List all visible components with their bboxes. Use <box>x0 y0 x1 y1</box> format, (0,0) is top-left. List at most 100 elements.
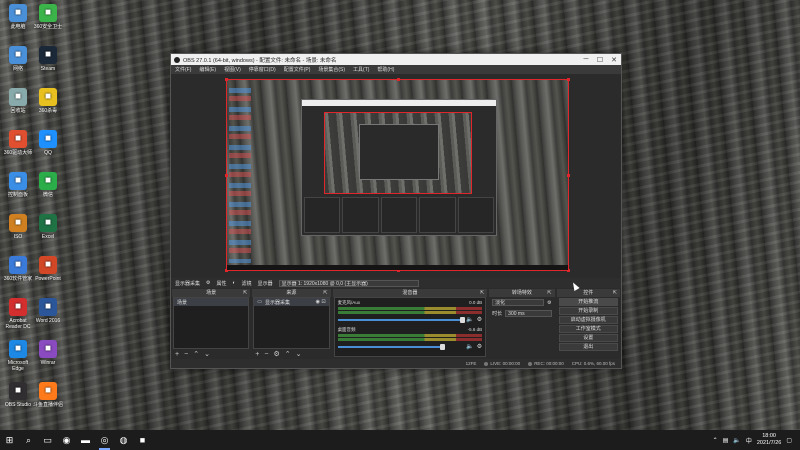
desktop-icon[interactable]: ■ 360杀毒 <box>32 88 64 128</box>
desktop-icon[interactable]: ■ Winrar <box>32 340 64 380</box>
menu-view[interactable]: 视图(V) <box>224 66 241 73</box>
volume-slider[interactable] <box>337 316 466 323</box>
move-up-icon[interactable]: ⌃ <box>193 350 199 358</box>
add-icon[interactable]: + <box>175 351 179 358</box>
scene-item[interactable]: 场景 <box>174 298 249 306</box>
desktop-icon-label: 360软件管家 <box>3 276 33 282</box>
iso-icon: ■ <box>9 214 27 232</box>
settings-button[interactable]: 设置 <box>558 334 618 342</box>
desktop-icon[interactable]: ■ OBS Studio <box>2 382 34 422</box>
resize-handle[interactable] <box>225 78 228 81</box>
volume-slider[interactable] <box>337 343 446 350</box>
transition-select[interactable]: 淡化 <box>492 299 545 306</box>
gear-icon[interactable]: ⚙ <box>273 350 279 358</box>
edge-icon[interactable]: ◉ <box>57 430 76 450</box>
maximize-icon[interactable]: ☐ <box>593 54 607 65</box>
desktop-icon[interactable]: ■ 此电脑 <box>2 4 34 44</box>
desktop-icon[interactable]: ■ PowerPoint <box>32 256 64 296</box>
desktop-icon[interactable]: ■ 斗鱼直播伴侣 <box>32 382 64 422</box>
desktop-icon[interactable]: ■ Acrobat Reader DC <box>2 298 34 338</box>
steam-icon[interactable]: ◍ <box>114 430 133 450</box>
remove-icon[interactable]: − <box>264 351 268 358</box>
obs-window[interactable]: OBS 27.0.1 (64-bit, windows) - 配置文件: 未命名… <box>170 53 622 369</box>
desktop-icon[interactable]: ■ Microsoft Edge <box>2 340 34 380</box>
float-icon[interactable]: ⇱ <box>480 289 484 297</box>
scenes-list[interactable]: 场景 <box>173 297 250 349</box>
filters-button[interactable]: 滤镜 <box>242 280 252 287</box>
captured-desktop-icons <box>229 82 251 263</box>
source-item[interactable]: ▭ 显示器采集 ◉ ⊡ <box>254 298 329 306</box>
folder-icon[interactable]: ▬ <box>76 430 95 450</box>
gear-icon[interactable]: ⚙ <box>477 343 482 350</box>
float-icon[interactable]: ⇱ <box>243 289 247 297</box>
desktop-icon[interactable]: ■ Word 2016 <box>32 298 64 338</box>
search-icon[interactable]: ⌕ <box>19 430 38 450</box>
properties-button[interactable]: 属性 <box>217 280 227 287</box>
menu-tools[interactable]: 工具(T) <box>353 66 369 73</box>
desktop-icon[interactable]: ■ 360安全卫士 <box>32 4 64 44</box>
desktop-icon[interactable]: ■ 回收站 <box>2 88 34 128</box>
desktop-icon[interactable]: ■ 控制面板 <box>2 172 34 212</box>
menu-scene-collection[interactable]: 场景集合(S) <box>318 66 345 73</box>
desktop-icon-label: Winrar <box>40 360 56 366</box>
float-icon[interactable]: ⇱ <box>547 289 551 297</box>
preview-area[interactable] <box>171 74 621 279</box>
gear-icon[interactable]: ⚙ <box>477 316 482 323</box>
windows-icon[interactable]: ⊞ <box>0 430 19 450</box>
duration-input[interactable]: 300 ms <box>505 310 552 317</box>
resize-handle[interactable] <box>397 78 400 81</box>
menu-edit[interactable]: 编辑(E) <box>199 66 216 73</box>
obs-titlebar[interactable]: OBS 27.0.1 (64-bit, windows) - 配置文件: 未命名… <box>171 54 621 65</box>
speaker-icon[interactable]: 🔈 <box>466 343 473 350</box>
sources-list[interactable]: ▭ 显示器采集 ◉ ⊡ <box>253 297 330 349</box>
studio-mode-button[interactable]: 工作室模式 <box>558 325 618 333</box>
remove-icon[interactable]: − <box>184 351 188 358</box>
desktop-icon-label: Word 2016 <box>35 318 61 324</box>
network-icon[interactable]: ▤ <box>723 437 729 444</box>
desktop-icon[interactable]: ■ 360驱动大师 <box>2 130 34 170</box>
desktop-icon[interactable]: ■ ISO <box>2 214 34 254</box>
obs-icon[interactable]: ◎ <box>95 430 114 450</box>
chevron-up-icon[interactable]: ⌃ <box>713 437 718 444</box>
menu-docks[interactable]: 停靠窗口(D) <box>249 66 276 73</box>
start-virtual-camera-button[interactable]: 启动虚拟摄像机 <box>558 316 618 324</box>
desktop-icon[interactable]: ■ 360软件管家 <box>2 256 34 296</box>
notification-icon[interactable]: ▢ <box>786 437 792 444</box>
task-view-icon[interactable]: ▭ <box>38 430 57 450</box>
douyu-icon[interactable]: ■ <box>133 430 152 450</box>
start-streaming-button[interactable]: 开始推流 <box>558 298 618 306</box>
move-up-icon[interactable]: ⌃ <box>285 350 291 358</box>
desktop-icon[interactable]: ■ Excel <box>32 214 64 254</box>
resize-handle[interactable] <box>225 174 228 177</box>
start-recording-button[interactable]: 开始录制 <box>558 307 618 315</box>
gear-icon[interactable]: ⚙ <box>547 300 551 306</box>
resize-handle[interactable] <box>567 174 570 177</box>
move-down-icon[interactable]: ⌄ <box>204 350 210 358</box>
speaker-icon[interactable]: 🔈 <box>466 316 473 323</box>
desktop-icon[interactable]: ■ 微信 <box>32 172 64 212</box>
add-icon[interactable]: + <box>255 351 259 358</box>
desktop-icon[interactable]: ■ 网络 <box>2 46 34 86</box>
close-icon[interactable]: ✕ <box>607 54 621 65</box>
filter-icon[interactable]: ◐ <box>233 280 236 286</box>
exit-button[interactable]: 退出 <box>558 343 618 351</box>
preview-canvas[interactable] <box>225 78 570 272</box>
speaker-icon[interactable]: 🔈 <box>733 437 740 444</box>
recycle-bin-icon: ■ <box>9 88 27 106</box>
move-down-icon[interactable]: ⌄ <box>296 350 302 358</box>
float-icon[interactable]: ⇱ <box>613 289 617 297</box>
float-icon[interactable]: ⇱ <box>323 289 327 297</box>
visibility-icon[interactable]: ◉ ⊡ <box>316 299 326 305</box>
gear-icon[interactable]: ⚙ <box>206 280 210 286</box>
ime-icon[interactable]: 中 <box>746 436 752 445</box>
menu-help[interactable]: 帮助(H) <box>377 66 394 73</box>
resize-handle[interactable] <box>567 78 570 81</box>
clock[interactable]: 18:00 2021/7/26 <box>757 433 781 447</box>
menu-file[interactable]: 文件(F) <box>175 66 191 73</box>
desktop-icon[interactable]: ■ Steam <box>32 46 64 86</box>
desktop-icon[interactable]: ■ QQ <box>32 130 64 170</box>
cpu-status: CPU: 0.6%, 60.00 fps <box>571 361 615 366</box>
minimize-icon[interactable]: ─ <box>579 54 593 65</box>
menu-profile[interactable]: 配置文件(P) <box>284 66 311 73</box>
display-select[interactable]: 显示器 1: 1920x1080 @ 0,0 (主显示器) <box>278 279 419 287</box>
